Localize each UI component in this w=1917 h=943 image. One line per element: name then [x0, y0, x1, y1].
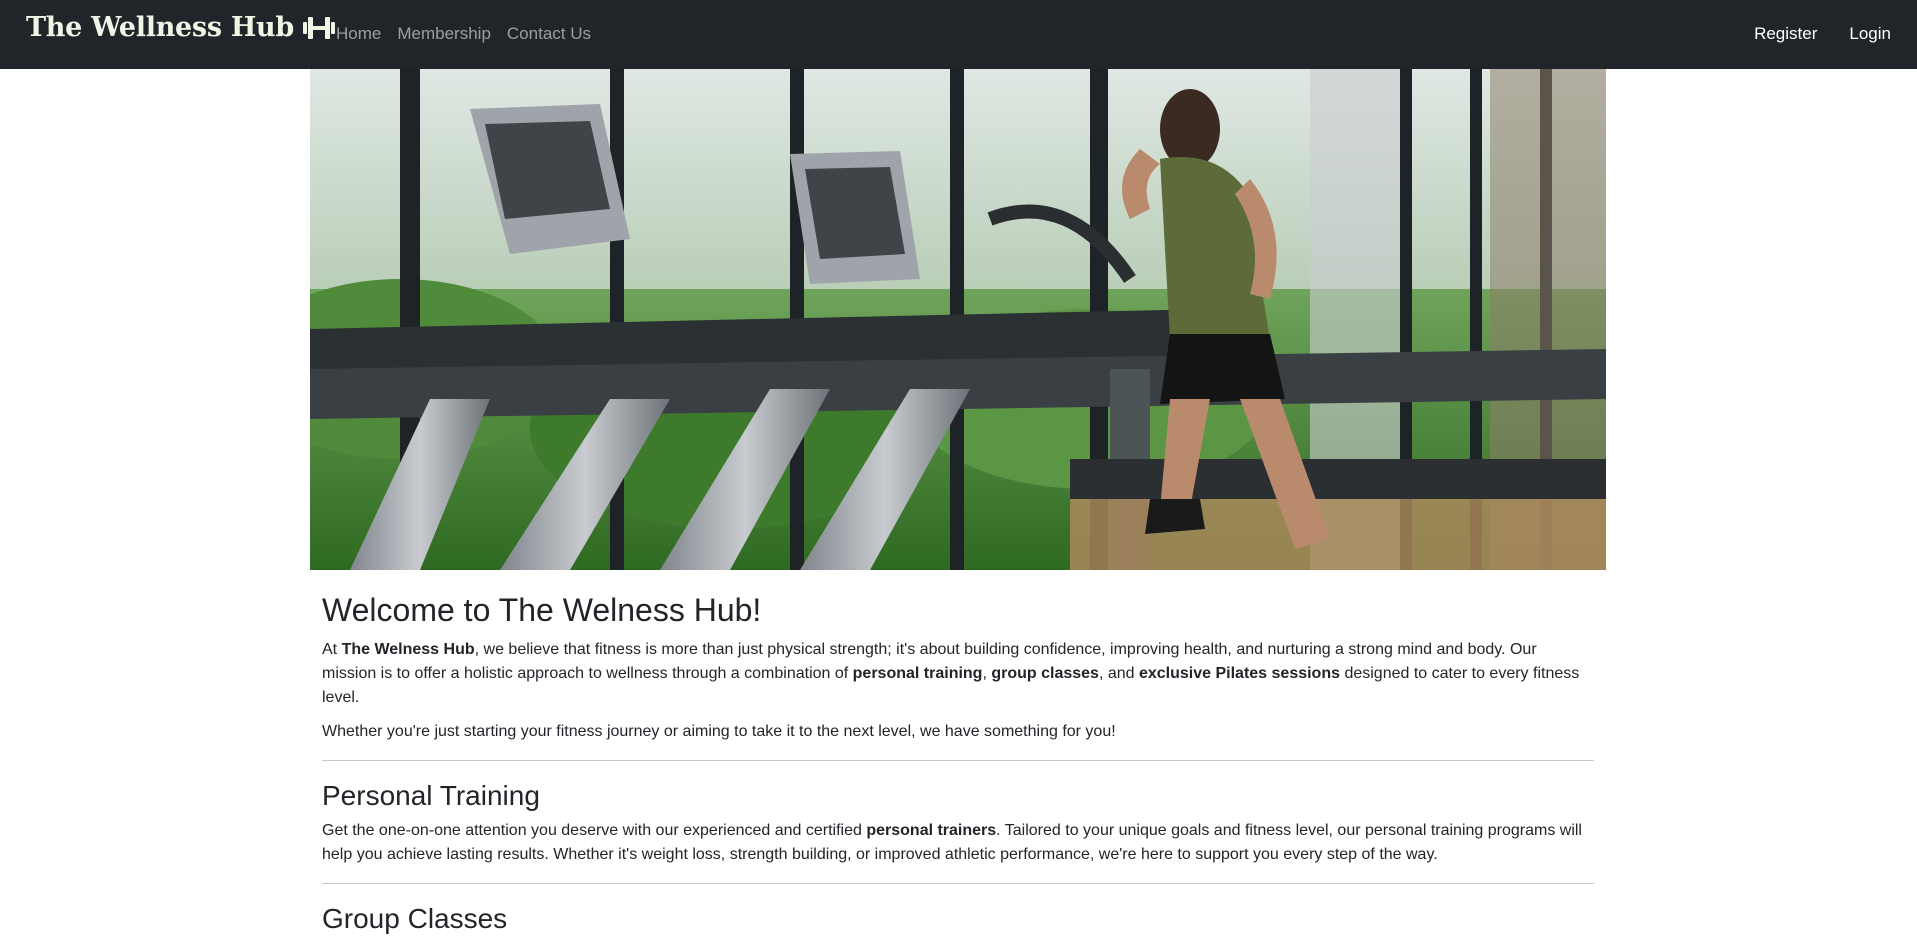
personal-training-heading: Personal Training — [322, 780, 540, 811]
dumbbell-icon — [302, 15, 336, 41]
section-divider — [322, 883, 1594, 884]
hero-image — [310, 69, 1606, 570]
nav-register-link[interactable]: Register — [1754, 24, 1817, 44]
main-nav-links: Home Membership Contact Us — [336, 24, 591, 44]
welcome-intro-paragraph: At The Welness Hub, we believe that fitn… — [322, 641, 1580, 706]
welcome-title: Welcome to The Welness Hub! — [322, 592, 762, 628]
section-divider — [322, 760, 1594, 761]
nav-home-link[interactable]: Home — [336, 24, 381, 44]
auth-nav-links: Register Login — [1754, 24, 1891, 44]
nav-contact-us-link[interactable]: Contact Us — [507, 24, 591, 44]
main-content: Welcome to The Welness Hub! At The Welne… — [322, 590, 1594, 942]
nav-login-link[interactable]: Login — [1849, 24, 1891, 44]
nav-membership-link[interactable]: Membership — [397, 24, 491, 44]
personal-training-paragraph: Get the one-on-one attention you deserve… — [322, 822, 1582, 863]
group-classes-heading: Group Classes — [322, 903, 508, 934]
brand-name: The Wellness Hub — [26, 12, 294, 43]
welcome-journey-paragraph: Whether you're just starting your fitnes… — [322, 723, 1116, 740]
top-navbar: The Wellness Hub Home Membership Contact… — [0, 0, 1917, 69]
brand-logo-link[interactable]: The Wellness Hub — [26, 12, 336, 43]
